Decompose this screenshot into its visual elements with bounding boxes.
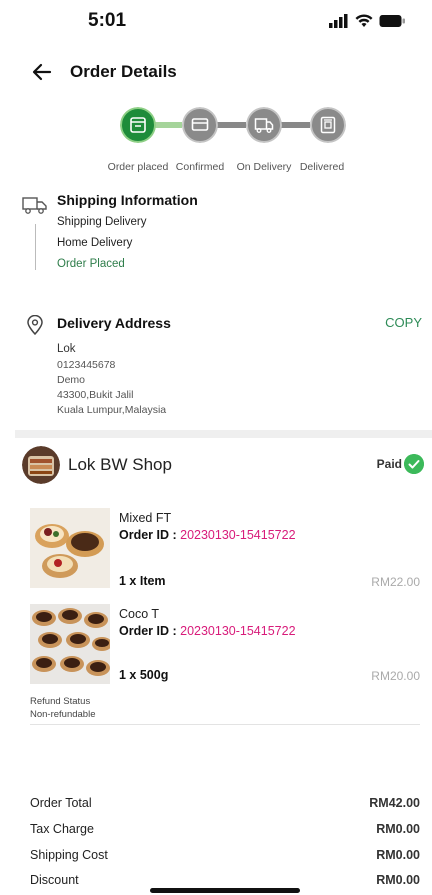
order-id-label: Order ID : (119, 528, 181, 542)
page-title: Order Details (70, 62, 177, 81)
payment-status: Paid (376, 457, 402, 471)
summary-label: Discount (30, 873, 79, 887)
order-item[interactable]: Mixed FT Order ID : 20230130-15415722 1 … (0, 508, 432, 598)
copy-address-button[interactable]: COPY (385, 315, 422, 330)
order-id-value: 20230130-15415722 (180, 528, 296, 542)
shop-header: Lok BW Shop Paid (0, 446, 432, 486)
header: Order Details (0, 56, 432, 90)
delivery-address-title: Delivery Address (57, 315, 171, 331)
summary-value: RM0.00 (376, 822, 420, 836)
status-time: 5:01 (88, 10, 127, 31)
step-label-order-placed: Order placed (107, 161, 169, 173)
delivered-step-icon (310, 107, 346, 143)
status-icons (329, 14, 406, 28)
item-name: Coco T (119, 607, 160, 621)
order-placed-step-icon (120, 107, 156, 143)
order-id-label: Order ID : (119, 624, 181, 638)
address-line-2: 43300,Bukit Jalil (57, 389, 134, 401)
summary-label: Order Total (30, 796, 92, 810)
summary-label: Tax Charge (30, 822, 94, 836)
summary-row-order-total: Order Total RM42.00 (30, 796, 420, 818)
battery-icon (379, 15, 405, 27)
shipping-method: Shipping Delivery (57, 216, 147, 228)
item-order-id-row: Order ID : 20230130-15415722 (119, 528, 296, 542)
summary-value: RM42.00 (369, 796, 420, 810)
shipping-status: Order Placed (57, 258, 125, 270)
back-arrow-icon[interactable] (30, 60, 54, 84)
signal-icon (329, 14, 348, 28)
shop-avatar[interactable] (22, 446, 60, 484)
step-label-on-delivery: On Delivery (236, 161, 292, 173)
status-bar: 5:01 (0, 0, 432, 44)
confirmed-step-icon (182, 107, 218, 143)
product-image-coco-t (30, 604, 110, 684)
delivery-address-section: Delivery Address COPY Lok 0123445678 Dem… (0, 312, 432, 422)
section-divider (15, 430, 432, 438)
timeline-line (35, 224, 36, 270)
item-price: RM22.00 (371, 575, 420, 589)
address-phone: 0123445678 (57, 359, 116, 371)
on-delivery-step-icon (246, 107, 282, 143)
step-label-delivered: Delivered (299, 161, 345, 173)
item-quantity: 1 x Item (119, 574, 166, 588)
order-id-value: 20230130-15415722 (180, 624, 296, 638)
refund-status-value: Non-refundable (30, 709, 96, 720)
summary-label: Shipping Cost (30, 848, 108, 862)
item-name: Mixed FT (119, 511, 172, 525)
shipping-info-title: Shipping Information (57, 192, 198, 208)
address-line-3: Kuala Lumpur,Malaysia (57, 404, 167, 416)
location-pin-icon (27, 315, 43, 335)
step-label-confirmed: Confirmed (175, 161, 225, 173)
items-divider (30, 724, 420, 725)
address-line-1: Demo (57, 374, 86, 386)
shipping-type: Home Delivery (57, 237, 133, 249)
check-circle-icon (404, 454, 424, 474)
home-indicator[interactable] (150, 888, 300, 893)
order-item[interactable]: Coco T Order ID : 20230130-15415722 1 x … (0, 604, 432, 694)
progress-connector (154, 122, 182, 128)
product-image-mixed-ft (30, 508, 110, 588)
item-quantity: 1 x 500g (119, 668, 169, 682)
summary-row-shipping-cost: Shipping Cost RM0.00 (30, 848, 420, 870)
truck-icon (22, 197, 47, 214)
shipping-information-section: Shipping Information Shipping Delivery H… (0, 190, 432, 280)
item-order-id-row: Order ID : 20230130-15415722 (119, 624, 296, 638)
summary-value: RM0.00 (376, 848, 420, 862)
summary-value: RM0.00 (376, 873, 420, 887)
refund-status-label: Refund Status (30, 696, 91, 707)
progress-connector (280, 122, 310, 128)
progress-connector (216, 122, 246, 128)
order-progress-tracker: Order placed Confirmed On Delivery Deliv… (0, 105, 432, 175)
address-name: Lok (57, 343, 76, 355)
summary-row-tax-charge: Tax Charge RM0.00 (30, 822, 420, 844)
shop-name[interactable]: Lok BW Shop (68, 455, 172, 475)
wifi-icon (355, 14, 373, 27)
item-price: RM20.00 (371, 669, 420, 683)
